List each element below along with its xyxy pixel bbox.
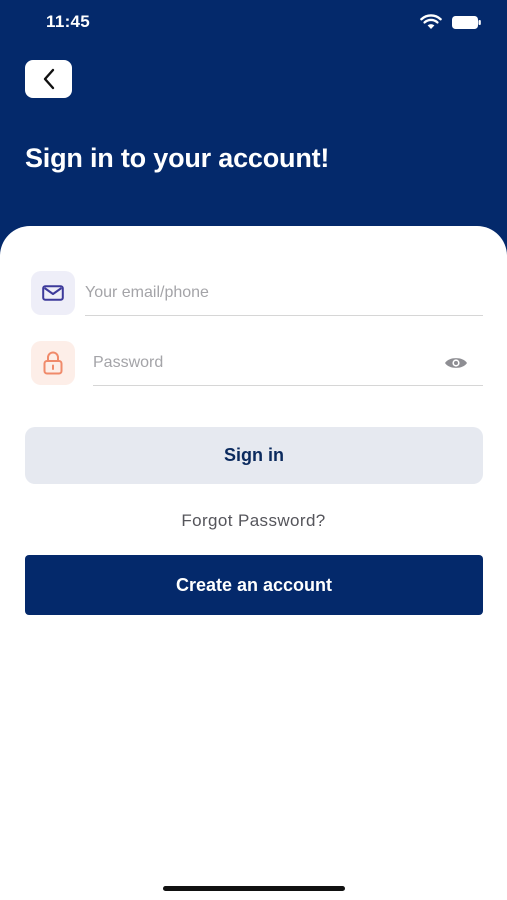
forgot-password-link[interactable]: Forgot Password? — [0, 511, 507, 531]
mail-icon — [42, 285, 64, 301]
password-field[interactable] — [93, 340, 483, 386]
chevron-left-icon — [43, 68, 54, 90]
wifi-icon — [420, 14, 442, 29]
page-title: Sign in to your account! — [25, 143, 330, 173]
lock-icon-box — [31, 341, 75, 385]
create-account-button[interactable]: Create an account — [25, 555, 483, 615]
sign-in-button[interactable]: Sign in — [25, 427, 483, 484]
back-button[interactable] — [25, 60, 72, 98]
status-bar: 11:45 — [0, 0, 507, 46]
email-field[interactable] — [85, 270, 483, 316]
lock-icon — [43, 351, 63, 375]
eye-icon[interactable] — [444, 355, 468, 371]
email-icon-box — [31, 271, 75, 315]
password-input[interactable] — [93, 340, 483, 386]
email-input[interactable] — [85, 270, 483, 316]
status-time: 11:45 — [46, 12, 91, 31]
home-indicator[interactable] — [163, 886, 345, 891]
battery-icon — [452, 16, 481, 29]
